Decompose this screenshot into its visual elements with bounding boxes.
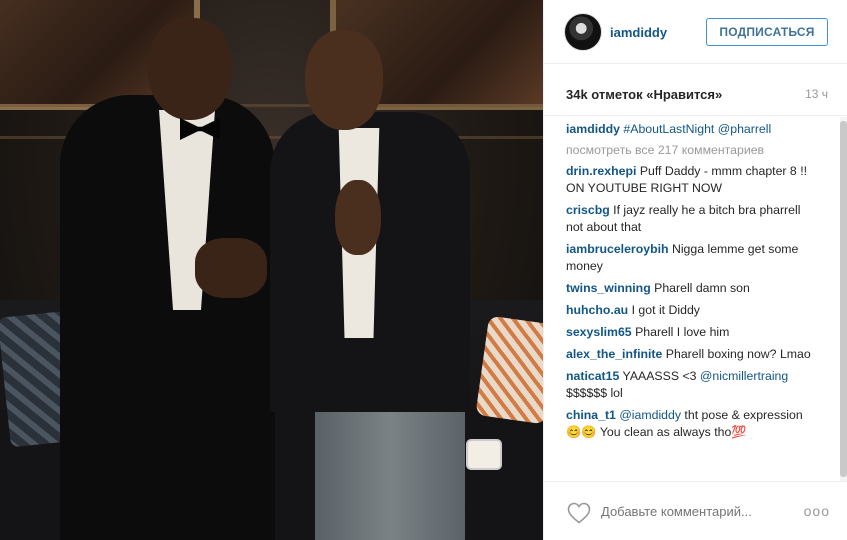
heart-outline-icon[interactable]: [566, 502, 592, 524]
caption-username[interactable]: iamdiddy: [566, 122, 620, 136]
comments-scroll-thumb[interactable]: [840, 121, 847, 477]
add-comment-input[interactable]: [601, 504, 781, 519]
comment-text-after: $$$$$$ lol: [566, 386, 623, 400]
comment-username[interactable]: criscbg: [566, 203, 610, 217]
post-meta: 34k отметок «Нравится» 13 ч: [544, 64, 847, 116]
caption-text[interactable]: #AboutLastNight @pharrell: [623, 122, 771, 136]
wall-trim: [0, 104, 543, 107]
comment-username[interactable]: twins_winning: [566, 281, 651, 295]
post-footer: ооо: [544, 481, 847, 540]
likes-count[interactable]: 34k отметок «Нравится»: [566, 87, 722, 102]
post-photo[interactable]: [0, 0, 543, 540]
comment-username[interactable]: china_t1: [566, 408, 616, 422]
comment-text: Pharell I love him: [635, 325, 730, 339]
comment-text: YAAASSS <3: [622, 369, 700, 383]
list-item: twins_winning Pharell damn son: [566, 280, 818, 297]
comment-text: Pharell damn son: [654, 281, 750, 295]
person-right-hands: [335, 180, 381, 255]
list-item: sexyslim65 Pharell I love him: [566, 324, 818, 341]
comment-username[interactable]: alex_the_infinite: [566, 347, 662, 361]
comment-username[interactable]: drin.rexhepi: [566, 164, 636, 178]
person-right-head: [305, 30, 383, 130]
comment-text: I got it Diddy: [631, 303, 700, 317]
list-item: china_t1 @iamdiddy tht pose & expression…: [566, 407, 818, 441]
phone-on-sofa: [468, 441, 500, 468]
person-left-hands: [195, 238, 267, 298]
list-item: iambruceleroybih Nigga lemme get some mo…: [566, 241, 818, 275]
comment-mention[interactable]: @nicmillertraing: [700, 369, 788, 383]
list-item: drin.rexhepi Puff Daddy - mmm chapter 8 …: [566, 163, 818, 197]
comment-text: Pharell boxing now? Lmao: [665, 347, 811, 361]
comment-username[interactable]: sexyslim65: [566, 325, 632, 339]
comment-username[interactable]: naticat15: [566, 369, 619, 383]
person-left-head: [148, 18, 232, 120]
list-item: naticat15 YAAASSS <3 @nicmillertraing $$…: [566, 368, 818, 402]
avatar[interactable]: [564, 13, 602, 51]
comment-mention[interactable]: @iamdiddy: [619, 408, 681, 422]
list-item: criscbg If jayz really he a bitch bra ph…: [566, 202, 818, 236]
header-username[interactable]: iamdiddy: [610, 25, 667, 40]
comments-list[interactable]: iamdiddy #AboutLastNight @pharrell посмо…: [544, 117, 847, 481]
view-all-comments-link[interactable]: посмотреть все 217 комментариев: [566, 143, 818, 157]
post-header: iamdiddy ПОДПИСАТЬСЯ: [544, 0, 847, 64]
post-timestamp[interactable]: 13 ч: [805, 87, 828, 101]
caption: iamdiddy #AboutLastNight @pharrell: [566, 121, 818, 138]
post-side-panel: iamdiddy ПОДПИСАТЬСЯ 34k отметок «Нравит…: [543, 0, 847, 540]
comment-username[interactable]: iambruceleroybih: [566, 242, 669, 256]
list-item: huhcho.au I got it Diddy: [566, 302, 818, 319]
more-options-icon[interactable]: ооо: [804, 503, 830, 519]
comment-username[interactable]: huhcho.au: [566, 303, 628, 317]
follow-button[interactable]: ПОДПИСАТЬСЯ: [706, 18, 828, 46]
list-item: alex_the_infinite Pharell boxing now? Lm…: [566, 346, 818, 363]
